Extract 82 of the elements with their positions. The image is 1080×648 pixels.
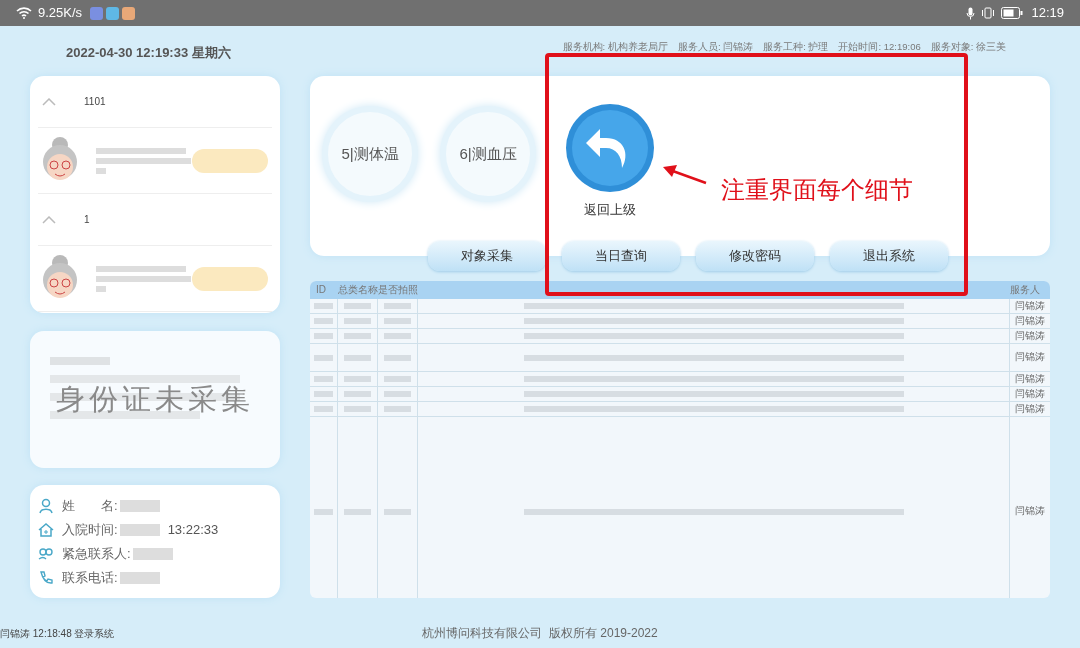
date-time: 2022-04-30 12:19:33 星期六 <box>66 44 231 62</box>
blurred-cell <box>383 376 412 382</box>
table-cell-text: 闫锦涛 <box>1014 372 1046 386</box>
blurred-cell <box>314 318 333 324</box>
blurred-cell <box>383 508 412 515</box>
blurred-field-value <box>132 547 173 560</box>
person-icon <box>38 497 54 514</box>
app-icon <box>122 6 136 20</box>
blurred-cell <box>383 354 412 361</box>
service-info-item: 服务机构: 机构养老局厅 <box>562 40 668 54</box>
house-icon <box>38 521 54 538</box>
room-number: 1 <box>84 213 90 227</box>
field-label: 联系电话: <box>62 568 118 587</box>
service-info-item: 开始时间: 12:19:06 <box>838 40 921 54</box>
login-log: 闫锦涛 12:18:48 登录系统 <box>0 626 115 641</box>
blurred-cell <box>343 318 372 324</box>
id-card-status: 身份证未采集 <box>56 381 254 417</box>
blurred-cell <box>383 318 412 324</box>
clock-time: 12:19 <box>1031 4 1064 23</box>
blurred-cell <box>343 406 372 412</box>
table-cell-text: 闫锦涛 <box>1014 329 1046 343</box>
blurred-cell <box>383 333 412 339</box>
table-cell-text: 闫锦涛 <box>1014 299 1046 313</box>
blurred-action-button[interactable] <box>192 148 268 173</box>
phone-icon <box>38 569 54 586</box>
people-icon <box>38 545 54 562</box>
measure-button[interactable]: 5|测体温 <box>322 106 418 202</box>
menu-button[interactable]: 对象采集 <box>428 241 546 271</box>
wifi-icon <box>16 7 32 19</box>
app-icon <box>90 6 104 20</box>
app-icon <box>106 6 120 20</box>
service-info-item: 服务人员: 闫锦涛 <box>677 40 754 54</box>
blurred-field-value <box>119 571 160 584</box>
blurred-cell <box>314 376 333 382</box>
blurred-cell <box>343 391 372 397</box>
blurred-cell <box>343 376 372 382</box>
blurred-cell <box>343 303 372 309</box>
blurred-cell <box>314 508 333 515</box>
table-cell-text: 闫锦涛 <box>1014 314 1046 328</box>
chevron-up-icon[interactable] <box>42 215 56 224</box>
room-number: 1101 <box>84 95 106 109</box>
blurred-cell <box>314 303 333 309</box>
service-info-item: 服务对象: 徐三美 <box>930 40 1006 54</box>
field-label: 姓 名: <box>62 496 118 515</box>
blurred-cell <box>343 333 372 339</box>
menu-button[interactable]: 修改密码 <box>696 241 814 271</box>
blurred-cell <box>343 508 372 515</box>
blurred-field-value <box>119 499 160 512</box>
blurred-cell <box>343 354 372 361</box>
field-label: 紧急联系人: <box>62 544 131 563</box>
blurred-cell <box>383 391 412 397</box>
blurred-cell <box>383 303 412 309</box>
table-cell-text: 闫锦涛 <box>1014 387 1046 401</box>
menu-button[interactable]: 退出系统 <box>830 241 948 271</box>
blurred-cell <box>314 354 333 361</box>
annotation-text: 注重界面每个细节 <box>721 175 913 206</box>
copyright-footer: 杭州博问科技有限公司 版权所有 2019-2022 <box>422 624 658 642</box>
field-value: 13:22:33 <box>167 520 219 539</box>
measure-button[interactable]: 6|测血压 <box>440 106 536 202</box>
table-cell-text: 闫锦涛 <box>1014 402 1046 416</box>
menu-button[interactable]: 当日查询 <box>562 241 680 271</box>
blurred-cell <box>314 406 333 412</box>
column-header: 是否拍照 <box>378 283 418 297</box>
field-label: 入院时间: <box>62 520 118 539</box>
chevron-up-icon[interactable] <box>42 97 56 106</box>
column-header: 服务人 <box>1010 283 1041 297</box>
network-speed: 9.25K/s <box>38 4 83 23</box>
blurred-action-button[interactable] <box>192 266 268 291</box>
return-button[interactable]: 返回上级 <box>564 102 656 220</box>
vibrate-icon <box>981 7 996 19</box>
blurred-cell <box>383 406 412 412</box>
microphone-icon <box>966 6 976 20</box>
table-cell-text: 闫锦涛 <box>1014 504 1046 519</box>
annotation-arrow <box>662 163 708 185</box>
blurred-field-value <box>119 523 160 536</box>
battery-icon <box>1001 7 1024 19</box>
column-header: 总类名称 <box>338 283 378 297</box>
blurred-cell <box>314 333 333 339</box>
service-info-item: 服务工种: 护理 <box>763 40 829 54</box>
blurred-cell <box>314 391 333 397</box>
table-cell-text: 闫锦涛 <box>1014 350 1046 365</box>
column-header: ID <box>315 283 327 297</box>
